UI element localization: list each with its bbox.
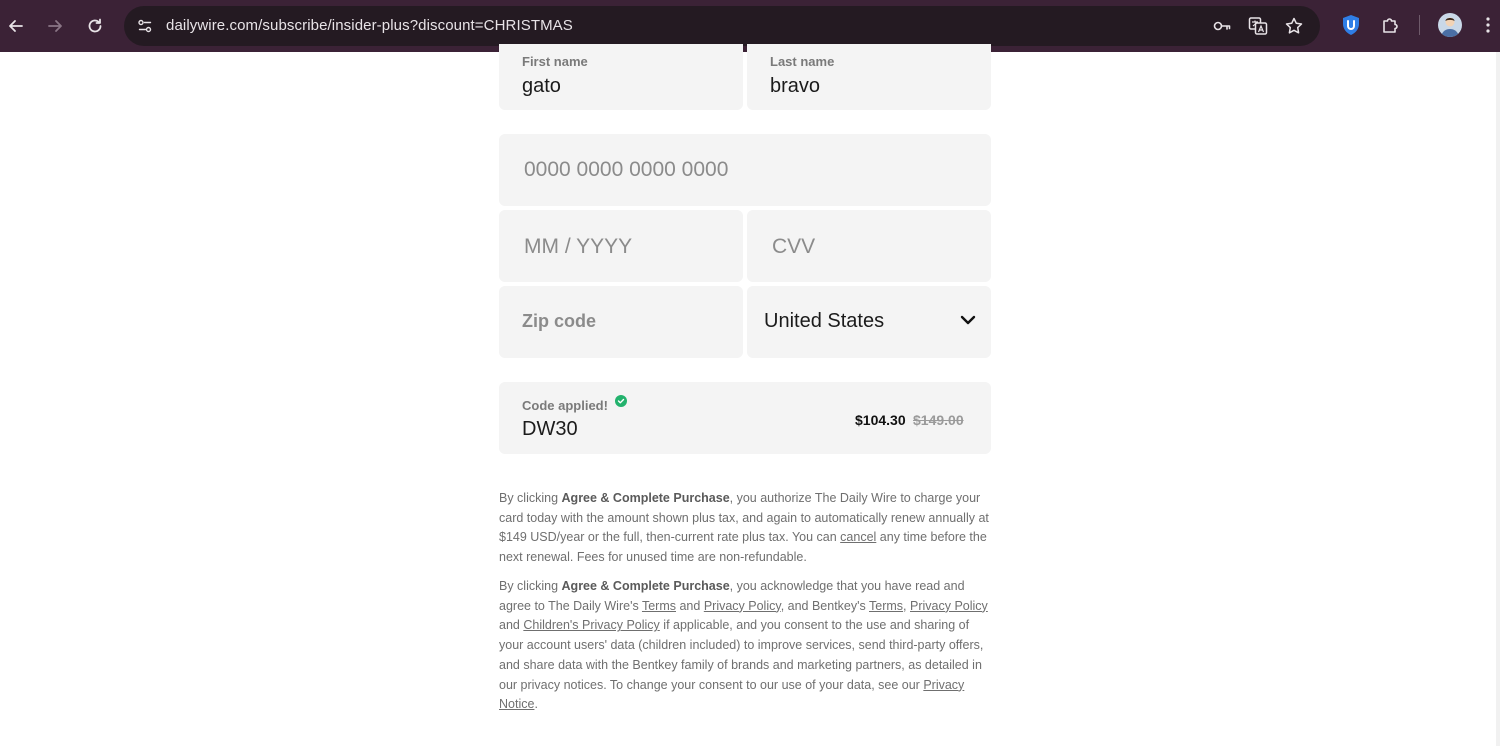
more-vertical-icon: [1486, 17, 1490, 33]
childrens-privacy-policy-link[interactable]: Children's Privacy Policy: [523, 618, 659, 632]
star-icon: [1285, 17, 1303, 34]
bentkey-terms-link[interactable]: Terms: [869, 599, 903, 613]
card-number-input[interactable]: 0000 0000 0000 0000: [499, 134, 991, 206]
last-name-field[interactable]: Last name bravo: [747, 44, 991, 110]
country-selected-value: United States: [764, 310, 885, 332]
chevron-down-icon: [960, 315, 976, 325]
expiry-placeholder: MM / YYYY: [524, 235, 633, 258]
puzzle-icon: [1383, 18, 1398, 33]
back-button[interactable]: [3, 13, 29, 39]
consent-disclaimer: By clicking Agree & Complete Purchase, y…: [499, 579, 988, 712]
cvv-placeholder: CVV: [772, 235, 816, 258]
password-key-button[interactable]: [1212, 16, 1232, 36]
country-select[interactable]: United States: [747, 286, 991, 358]
terms-link[interactable]: Terms: [642, 599, 676, 613]
promo-code-field[interactable]: Code applied! DW30 $104.30 $149.00: [499, 382, 991, 454]
zip-code-placeholder: Zip code: [522, 311, 597, 331]
reload-button[interactable]: [82, 13, 108, 39]
agree-purchase-emphasis: Agree & Complete Purchase: [561, 491, 730, 505]
promo-code-value[interactable]: DW30: [522, 418, 578, 441]
renewal-disclaimer: By clicking Agree & Complete Purchase, y…: [499, 491, 989, 565]
check-circle-icon: [615, 395, 627, 407]
original-price: $149.00: [913, 412, 964, 428]
zip-code-input[interactable]: Zip code: [499, 286, 743, 358]
arrow-left-icon: [9, 20, 23, 32]
first-name-value[interactable]: gato: [522, 75, 561, 98]
site-info-button[interactable]: [134, 15, 156, 37]
card-number-placeholder: 0000 0000 0000 0000: [524, 158, 729, 181]
discounted-price: $104.30: [855, 412, 906, 428]
forward-button[interactable]: [42, 13, 68, 39]
extensions-button[interactable]: [1380, 14, 1402, 36]
profile-avatar[interactable]: [1438, 13, 1462, 37]
arrow-right-icon: [48, 20, 62, 32]
translate-icon: [1248, 17, 1268, 35]
extension-shield-button[interactable]: [1340, 14, 1362, 36]
first-name-label: First name: [522, 54, 588, 69]
first-name-field[interactable]: First name gato: [499, 44, 743, 110]
last-name-label: Last name: [770, 54, 835, 69]
page-scrollbar[interactable]: [1496, 52, 1500, 746]
avatar-icon: [1441, 17, 1459, 37]
agree-purchase-emphasis: Agree & Complete Purchase: [561, 579, 730, 593]
cancel-link[interactable]: cancel: [840, 530, 876, 544]
code-applied-label: Code applied!: [522, 398, 608, 413]
privacy-policy-link[interactable]: Privacy Policy: [704, 599, 781, 613]
translate-button[interactable]: [1248, 16, 1268, 36]
expiry-input[interactable]: MM / YYYY: [499, 210, 743, 282]
tune-icon: [138, 19, 152, 33]
url-text[interactable]: dailywire.com/subscribe/insider-plus?dis…: [166, 17, 573, 34]
reload-icon: [88, 18, 102, 33]
key-icon: [1213, 21, 1231, 31]
cvv-input[interactable]: CVV: [747, 210, 991, 282]
bookmark-button[interactable]: [1284, 16, 1304, 36]
address-bar[interactable]: dailywire.com/subscribe/insider-plus?dis…: [124, 6, 1320, 46]
last-name-value[interactable]: bravo: [770, 75, 820, 98]
bentkey-privacy-policy-link[interactable]: Privacy Policy: [910, 599, 988, 613]
toolbar-divider: [1419, 15, 1420, 35]
shield-extension-icon: [1343, 15, 1359, 35]
browser-menu-button[interactable]: [1480, 14, 1496, 36]
